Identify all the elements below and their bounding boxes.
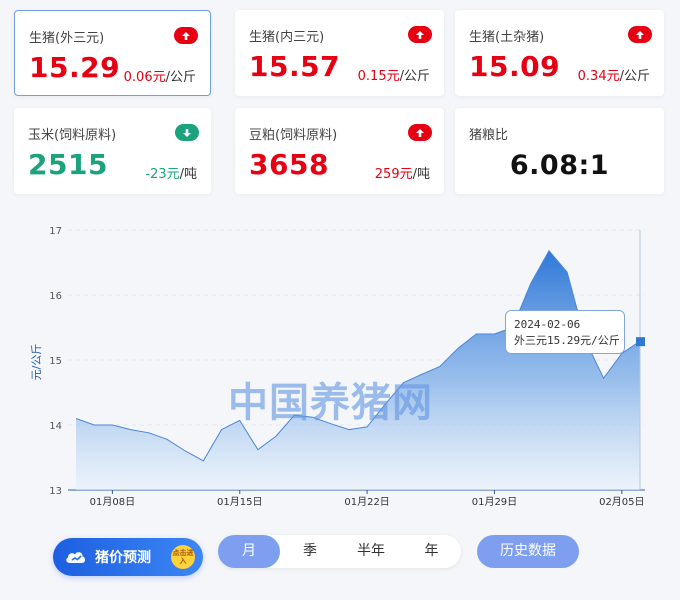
series-area [76,250,640,490]
card-label: 生猪(外三元) [29,31,105,46]
change-amount: 0.06元 [123,70,166,85]
x-tick-label: 01月15日 [217,496,262,508]
price-card-waisanyuan[interactable]: 生猪(外三元) 15.29 0.06元/公斤 [14,10,211,96]
change-amount: 259元 [374,167,413,182]
period-month[interactable]: 月 [218,535,280,568]
hover-point-marker [636,337,645,347]
x-tick-label: 02月05日 [599,496,644,508]
cloud-icon [66,552,86,563]
change-unit: /吨 [412,167,430,182]
chart-tooltip: 2024-02-06 外三元15.29元/公斤 [505,310,625,354]
change-amount: -23元 [145,167,180,182]
period-half-year[interactable]: 半年 [340,535,402,568]
trend-down-icon [175,124,199,141]
price-area-chart[interactable]: 13 14 15 16 17 元/公斤 01月08日 01月15日 01月22日 01月29日 02… [0,212,680,512]
card-label: 生猪(内三元) [249,30,325,45]
card-change: 259元/吨 [375,163,430,182]
price-card-soymeal[interactable]: 豆粕(饲料原料) 3658 259元/吨 [235,108,444,194]
price-card-neisanyuan[interactable]: 生猪(内三元) 15.57 0.15元/公斤 [235,10,444,96]
enter-badge: 点击进入 [171,545,195,569]
change-unit: /吨 [179,167,197,182]
forecast-label: 猪价预测 [95,550,151,566]
y-tick-label: 16 [49,291,62,302]
card-label: 玉米(饲料原料) [28,128,117,143]
x-tick-label: 01月08日 [90,496,135,508]
period-quarter[interactable]: 季 [280,535,340,568]
y-tick-label: 14 [49,421,62,432]
tooltip-date: 2024-02-06 [514,318,581,331]
card-value: 2515 [28,148,108,181]
history-data-button[interactable]: 历史数据 [477,535,579,568]
card-change: 0.15元/公斤 [358,65,430,84]
price-forecast-button[interactable]: 猪价预测 点击进入 [53,538,203,576]
change-amount: 0.34元 [577,69,620,84]
y-tick-label: 13 [49,486,62,497]
change-amount: 0.15元 [357,69,400,84]
y-tick-label: 17 [49,226,62,237]
period-selector[interactable]: 月 季 半年 年 [218,535,461,568]
change-unit: /公斤 [165,70,196,85]
card-value: 15.57 [249,50,341,83]
card-label: 豆粕(饲料原料) [249,128,338,143]
card-label: 生猪(土杂猪) [469,30,545,45]
card-value: 6.08:1 [509,150,610,181]
period-year[interactable]: 年 [402,535,461,568]
trend-up-icon [408,124,432,141]
trend-up-icon [628,26,652,43]
y-axis-label: 元/公斤 [30,344,43,381]
price-card-corn[interactable]: 玉米(饲料原料) 2515 -23元/吨 [14,108,211,194]
card-change: 0.06元/公斤 [124,66,196,85]
x-tick-label: 01月29日 [472,496,517,508]
card-label: 猪粮比 [469,128,509,143]
tooltip-text: 外三元15.29元/公斤 [514,334,620,347]
price-chart[interactable]: 13 14 15 16 17 元/公斤 01月08日 01月15日 01月22日 01月29日 02… [0,212,680,512]
card-value: 15.09 [469,50,561,83]
change-unit: /公斤 [399,69,430,84]
trend-up-icon [408,26,432,43]
card-change: -23元/吨 [145,163,197,182]
card-change: 0.34元/公斤 [578,65,650,84]
card-value: 3658 [249,148,329,181]
ratio-card-pig-grain[interactable]: 猪粮比 6.08:1 [455,108,664,194]
price-card-tuzazhu[interactable]: 生猪(土杂猪) 15.09 0.34元/公斤 [455,10,664,96]
card-value: 15.29 [29,51,121,84]
trend-up-icon [174,27,198,44]
change-unit: /公斤 [619,69,650,84]
x-tick-label: 01月22日 [344,496,389,508]
y-tick-label: 15 [49,356,62,367]
